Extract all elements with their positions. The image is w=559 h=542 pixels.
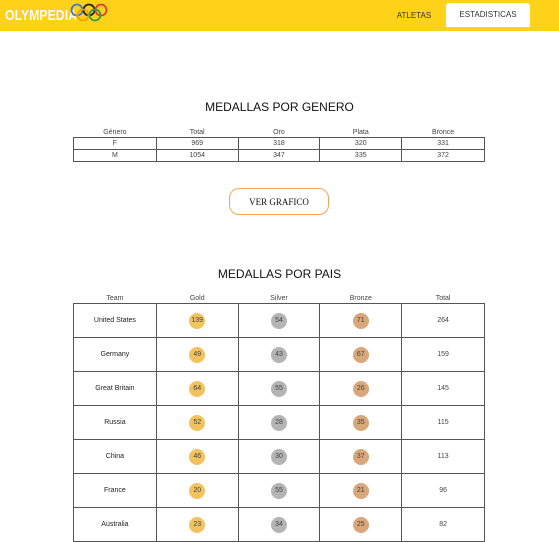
- table-row: France 20 55 21 96: [73, 473, 485, 508]
- column-header: Team: [106, 294, 124, 302]
- nav-estadisticas-tab[interactable]: ESTADISTICAS: [446, 3, 530, 27]
- gold-medal-badge: 23: [189, 516, 206, 533]
- table-cell: 320: [319, 137, 403, 150]
- bronze-medal-badge: 71: [352, 312, 369, 329]
- silver-cell: 34: [237, 507, 321, 542]
- gold-cell: 49: [155, 337, 239, 372]
- table-row: Great Britain 64 55 26 145: [73, 371, 485, 406]
- table-row: F 969 318 320 331: [73, 137, 485, 150]
- table-cell: M: [73, 149, 157, 162]
- team-name: United States: [73, 303, 157, 338]
- bronze-cell: 35: [319, 405, 403, 440]
- column-header: Bronce: [431, 128, 455, 136]
- bronze-cell: 71: [319, 303, 403, 338]
- silver-medal-badge: 55: [271, 380, 287, 397]
- gold-medal-badge: 52: [189, 414, 206, 431]
- total-cell: 113: [401, 439, 485, 474]
- team-name: France: [73, 473, 157, 508]
- bronze-cell: 21: [319, 473, 403, 508]
- total-cell: 115: [401, 405, 485, 440]
- team-name: Russia: [73, 405, 157, 440]
- team-name: Germany: [73, 337, 157, 372]
- gold-cell: 64: [155, 371, 239, 406]
- column-header: Total: [189, 128, 205, 136]
- column-header: Silver: [270, 294, 288, 302]
- table-row: Germany 49 43 67 159: [73, 337, 485, 372]
- total-cell: 159: [401, 337, 485, 372]
- silver-medal-badge: 43: [271, 346, 287, 363]
- table-cell: F: [73, 137, 157, 150]
- column-header: Total: [435, 294, 451, 302]
- gold-cell: 139: [155, 303, 239, 338]
- table-row: China 46 30 37 113: [73, 439, 485, 474]
- table-cell: 318: [237, 137, 321, 150]
- bronze-cell: 26: [319, 371, 403, 406]
- gold-cell: 46: [155, 439, 239, 474]
- gold-medal-badge: 139: [189, 312, 206, 329]
- bronze-medal-badge: 26: [352, 380, 369, 397]
- ver-grafico-button[interactable]: VER GRAFICO: [229, 188, 329, 215]
- column-header: Oro: [273, 128, 285, 136]
- bronze-cell: 25: [319, 507, 403, 542]
- silver-medal-badge: 55: [271, 482, 287, 499]
- table-row: Australia 23 34 25 82: [73, 507, 485, 542]
- bronze-medal-badge: 35: [352, 414, 369, 431]
- olympic-rings-icon: [70, 3, 108, 22]
- bronze-medal-badge: 25: [352, 516, 369, 533]
- table-row: M 1054 347 335 372: [73, 149, 485, 162]
- gold-medal-badge: 64: [189, 380, 206, 397]
- gold-cell: 23: [155, 507, 239, 542]
- gold-cell: 52: [155, 405, 239, 440]
- total-cell: 264: [401, 303, 485, 338]
- table-row: United States 139 54 71 264: [73, 303, 485, 338]
- gold-medal-badge: 49: [189, 346, 206, 363]
- bronze-medal-badge: 37: [352, 448, 369, 465]
- table-cell: 335: [319, 149, 403, 162]
- table-header-row: Género Total Oro Plata Bronce: [74, 127, 485, 138]
- silver-medal-badge: 28: [271, 414, 287, 431]
- nav-atletas-link[interactable]: ATLETAS: [386, 0, 442, 31]
- table-header-row: Team Gold Silver Bronze Total: [74, 293, 485, 304]
- gender-section-title: MEDALLAS POR GENERO: [205, 100, 354, 114]
- total-cell: 96: [401, 473, 485, 508]
- silver-cell: 43: [237, 337, 321, 372]
- table-cell: 331: [401, 137, 485, 150]
- silver-medal-badge: 30: [271, 448, 287, 465]
- bronze-cell: 37: [319, 439, 403, 474]
- silver-cell: 54: [237, 303, 321, 338]
- gold-medal-badge: 46: [189, 448, 206, 465]
- bronze-medal-badge: 21: [352, 482, 369, 499]
- table-cell: 1054: [155, 149, 239, 162]
- silver-medal-badge: 54: [271, 312, 287, 329]
- column-header: Plata: [352, 128, 369, 136]
- country-medals-table: Team Gold Silver Bronze Total United Sta…: [73, 293, 485, 542]
- column-header: Bronze: [349, 294, 372, 302]
- gender-medals-table: Género Total Oro Plata Bronce F 969 318 …: [73, 127, 485, 162]
- table-cell: 969: [155, 137, 239, 150]
- team-name: China: [73, 439, 157, 474]
- gold-medal-badge: 20: [189, 482, 206, 499]
- silver-cell: 55: [237, 371, 321, 406]
- table-cell: 372: [401, 149, 485, 162]
- team-name: Great Britain: [73, 371, 157, 406]
- column-header: Género: [103, 128, 127, 136]
- total-cell: 82: [401, 507, 485, 542]
- bronze-medal-badge: 67: [352, 346, 369, 363]
- logo-text: OLYMPEDIA: [5, 6, 77, 24]
- total-cell: 145: [401, 371, 485, 406]
- table-row: Russia 52 28 35 115: [73, 405, 485, 440]
- silver-cell: 30: [237, 439, 321, 474]
- country-section-title: MEDALLAS POR PAIS: [217, 267, 342, 281]
- bronze-cell: 67: [319, 337, 403, 372]
- silver-medal-badge: 34: [271, 516, 287, 533]
- table-cell: 347: [237, 149, 321, 162]
- silver-cell: 55: [237, 473, 321, 508]
- silver-cell: 28: [237, 405, 321, 440]
- top-navbar: OLYMPEDIA ATLETAS ESTADISTICAS: [0, 0, 559, 31]
- gold-cell: 20: [155, 473, 239, 508]
- team-name: Australia: [73, 507, 157, 542]
- column-header: Gold: [189, 294, 205, 302]
